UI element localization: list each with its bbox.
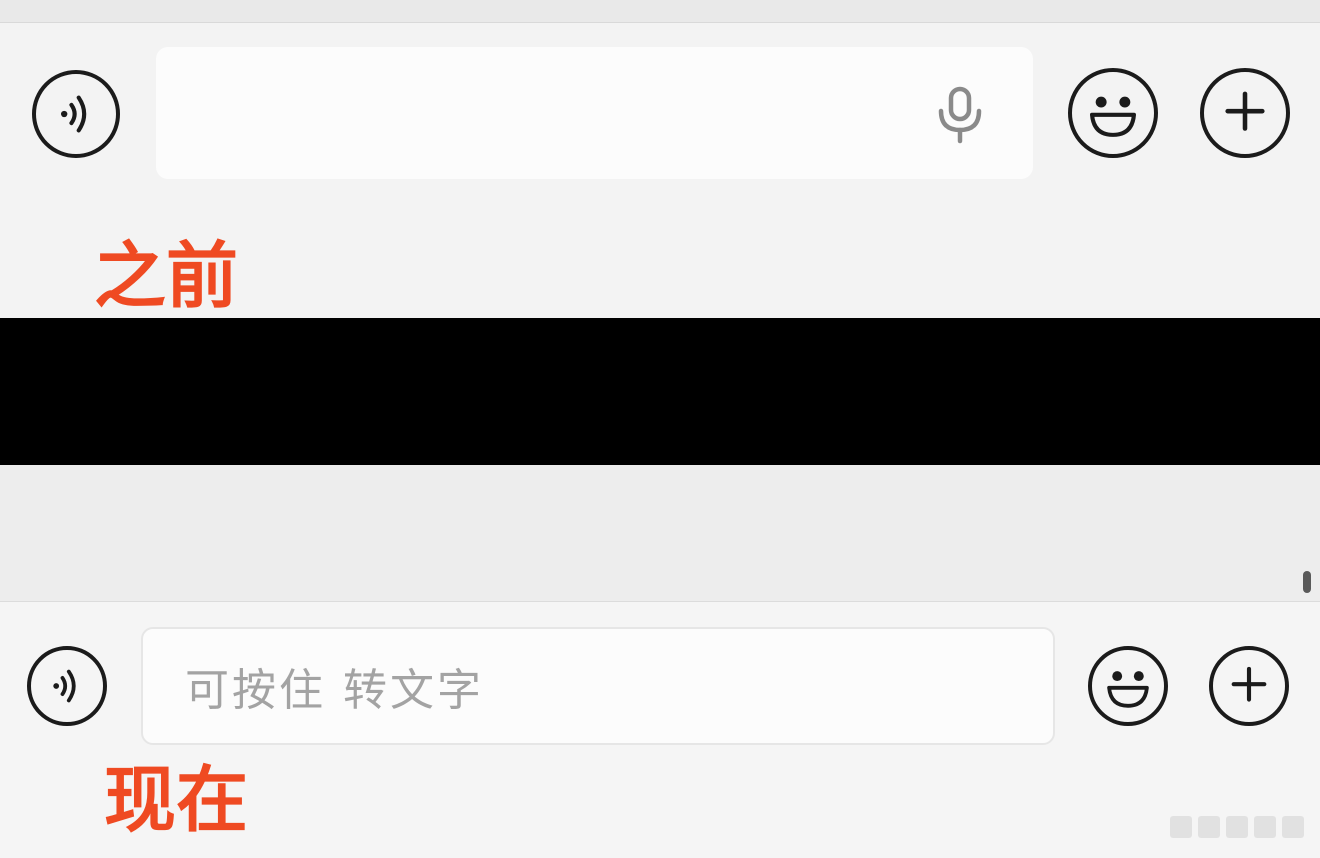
before-caption: 之前 (94, 234, 239, 318)
watermark-logo-icon (1170, 816, 1304, 838)
top-edge-strip (0, 0, 1320, 23)
message-input[interactable] (156, 47, 1033, 179)
plus-icon (1225, 91, 1265, 131)
microphone-icon[interactable] (932, 83, 988, 147)
voice-wave-icon (61, 95, 87, 133)
smiley-face-icon (1089, 96, 1137, 137)
emoji-button[interactable] (1088, 646, 1168, 726)
after-caption: 现在 (104, 758, 249, 842)
redaction-bar (0, 318, 1320, 465)
before-input-bar-panel: 之前 (0, 0, 1320, 318)
message-input[interactable]: 可按住 转文字 (141, 627, 1055, 745)
after-input-bar-panel: 可按住 转文字 现在 (0, 601, 1320, 858)
plus-button[interactable] (1200, 68, 1290, 158)
scrollbar-thumb[interactable] (1303, 571, 1311, 593)
input-placeholder: 可按住 转文字 (185, 665, 484, 716)
plus-button[interactable] (1209, 646, 1289, 726)
voice-toggle-button[interactable] (32, 70, 120, 158)
voice-wave-icon (53, 669, 76, 703)
chat-message-area (0, 465, 1320, 601)
smiley-face-icon (1107, 671, 1149, 708)
emoji-button[interactable] (1068, 68, 1158, 158)
voice-toggle-button[interactable] (27, 646, 107, 726)
plus-icon (1231, 666, 1267, 702)
